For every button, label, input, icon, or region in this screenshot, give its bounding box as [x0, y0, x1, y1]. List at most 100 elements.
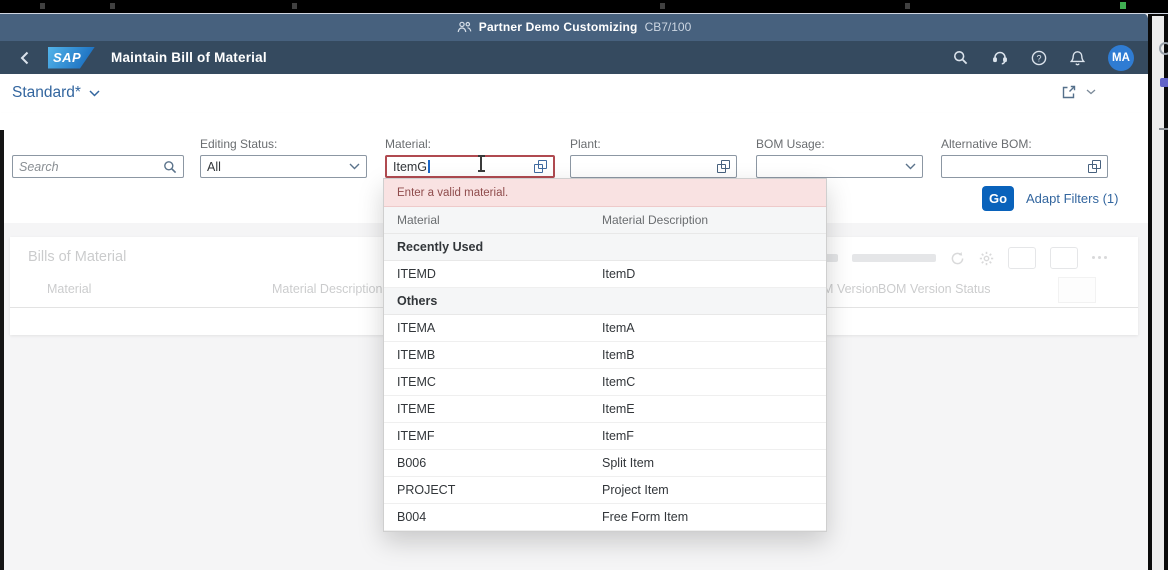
suggestion-column-headers: Material Material Description — [384, 207, 826, 234]
search-icon[interactable] — [952, 49, 969, 66]
variant-name[interactable]: Standard* — [12, 84, 81, 102]
plant-input[interactable] — [570, 155, 737, 178]
back-chevron-icon[interactable] — [14, 48, 34, 68]
suggestion-row[interactable]: PROJECTProject Item — [384, 477, 826, 504]
material-description-cell: Project Item — [602, 483, 826, 497]
value-help-icon[interactable] — [534, 160, 547, 173]
suggestion-row[interactable]: ITEMCItemC — [384, 369, 826, 396]
suggestion-row[interactable]: B004Free Form Item — [384, 504, 826, 531]
browser-side-panel — [1148, 0, 1168, 570]
material-description-cell: ItemB — [602, 348, 826, 362]
field-label: Plant: — [570, 137, 601, 151]
material-input[interactable]: ItemG — [385, 155, 555, 178]
suggestion-list: Recently UsedITEMDItemDOthersITEMAItemAI… — [384, 234, 826, 531]
dash-icon — [1159, 128, 1168, 130]
material-description-cell: Split Item — [602, 456, 826, 470]
system-bar-title: Partner Demo Customizing — [479, 20, 638, 34]
browser-side-strip — [1152, 16, 1164, 570]
svg-text:?: ? — [1036, 53, 1041, 63]
value-help-icon[interactable] — [717, 160, 730, 173]
system-id: CB7/100 — [645, 20, 692, 34]
bom-usage-select[interactable] — [756, 155, 923, 178]
material-description-cell: ItemC — [602, 375, 826, 389]
chevron-down-icon — [349, 163, 360, 170]
avatar[interactable]: MA — [1108, 45, 1134, 71]
material-cell: ITEMD — [384, 267, 602, 281]
material-suggestion-popover: Enter a valid material. Material Materia… — [383, 178, 827, 532]
material-description-cell: ItemA — [602, 321, 826, 335]
adapt-filters-link[interactable]: Adapt Filters (1) — [1026, 191, 1118, 206]
material-value: ItemG — [393, 160, 427, 174]
column-header: Material Description — [602, 213, 826, 227]
chevron-down-icon[interactable] — [1086, 89, 1096, 95]
refresh-icon[interactable] — [950, 251, 965, 266]
app-title: Maintain Bill of Material — [111, 50, 267, 65]
support-headset-icon[interactable] — [991, 49, 1008, 66]
suggestion-row[interactable]: ITEMEItemE — [384, 396, 826, 423]
shell-header: SAP Maintain Bill of Material ? MA — [0, 41, 1148, 74]
material-cell: PROJECT — [384, 483, 602, 497]
ghost-header-button — [1058, 277, 1096, 303]
variant-selector[interactable]: Standard* — [12, 84, 100, 102]
field-label: Alternative BOM: — [941, 137, 1032, 151]
material-cell: ITEME — [384, 402, 602, 416]
editing-status-select[interactable]: All — [200, 155, 367, 178]
material-cell: ITEMF — [384, 429, 602, 443]
suggestion-row[interactable]: ITEMFItemF — [384, 423, 826, 450]
material-description-cell: ItemE — [602, 402, 826, 416]
suggestion-row[interactable]: ITEMBItemB — [384, 342, 826, 369]
system-bar: Partner Demo Customizing CB7/100 — [0, 13, 1148, 41]
column-header[interactable]: BOM Version Status — [878, 282, 991, 296]
share-icon[interactable] — [1061, 84, 1077, 100]
browser-chrome-fragment — [40, 3, 45, 9]
error-message: Enter a valid material. — [384, 179, 826, 207]
ghost-toolbar-button[interactable] — [1008, 247, 1036, 269]
people-icon — [457, 21, 472, 33]
browser-chrome-bar — [0, 0, 1168, 14]
mouse-ibeam-cursor — [480, 156, 482, 171]
value-help-icon[interactable] — [1088, 160, 1101, 173]
suggestion-row[interactable]: ITEMAItemA — [384, 315, 826, 342]
material-cell: B006 — [384, 456, 602, 470]
material-cell: ITEMA — [384, 321, 602, 335]
table-toolbar — [792, 247, 1110, 269]
sap-logo[interactable]: SAP — [48, 47, 95, 69]
overflow-icon[interactable] — [1092, 256, 1110, 260]
material-description-cell: ItemF — [602, 429, 826, 443]
suggestion-row[interactable]: ITEMDItemD — [384, 261, 826, 288]
search-field[interactable] — [12, 155, 184, 178]
circle-icon[interactable] — [1159, 42, 1168, 55]
material-cell: B004 — [384, 510, 602, 524]
browser-chrome-fragment — [110, 3, 115, 9]
help-icon[interactable]: ? — [1030, 49, 1047, 66]
alternative-bom-value[interactable] — [948, 160, 1088, 174]
suggestion-group-header: Others — [384, 288, 826, 315]
field-label: Editing Status: — [200, 137, 277, 151]
search-input[interactable] — [19, 160, 163, 174]
material-cell: ITEMC — [384, 375, 602, 389]
plant-value[interactable] — [577, 160, 717, 174]
browser-chrome-fragment — [1120, 2, 1126, 9]
suggestion-group-header: Recently Used — [384, 234, 826, 261]
material-description-cell: Free Form Item — [602, 510, 826, 524]
chevron-down-icon — [89, 90, 100, 97]
search-icon[interactable] — [163, 160, 177, 174]
editing-status-value: All — [207, 160, 349, 174]
material-description-cell: ItemD — [602, 267, 826, 281]
column-header[interactable]: Material — [47, 282, 91, 296]
settings-icon[interactable] — [979, 251, 994, 266]
column-header[interactable]: Material Description — [272, 282, 382, 296]
notifications-bell-icon[interactable] — [1069, 49, 1086, 66]
ghost-toolbar-button[interactable] — [1050, 247, 1078, 269]
field-label: BOM Usage: — [756, 137, 825, 151]
go-button[interactable]: Go — [982, 186, 1014, 211]
chevron-down-icon — [905, 163, 916, 170]
suggestion-row[interactable]: B006Split Item — [384, 450, 826, 477]
extension-icon[interactable] — [1160, 78, 1168, 87]
ghost-toolbar-text — [852, 254, 936, 262]
browser-chrome-fragment — [292, 3, 297, 9]
variant-bar: Standard* — [0, 74, 1148, 113]
column-header: Material — [384, 213, 602, 227]
window-left-edge — [0, 130, 4, 570]
alternative-bom-input[interactable] — [941, 155, 1108, 178]
